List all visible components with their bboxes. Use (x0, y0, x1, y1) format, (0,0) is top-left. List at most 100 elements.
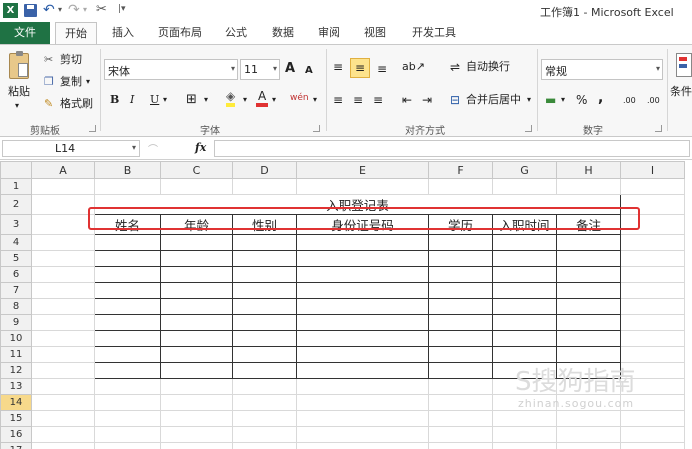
cell[interactable] (620, 250, 685, 267)
cell[interactable] (31, 178, 95, 195)
cell[interactable] (556, 178, 621, 195)
decrease-decimal-button[interactable]: .00 (647, 92, 660, 110)
name-box[interactable]: L14 ▾ (2, 140, 140, 157)
row-header[interactable]: 7 (0, 282, 32, 299)
grow-font-icon[interactable]: A (285, 60, 295, 78)
column-header[interactable]: D (232, 161, 297, 179)
cell[interactable] (428, 410, 493, 427)
tab-insert[interactable]: 插入 (104, 22, 142, 44)
shrink-font-icon[interactable]: A (305, 62, 313, 80)
cell[interactable] (428, 426, 493, 443)
row-header[interactable]: 9 (0, 314, 32, 331)
cell[interactable] (160, 426, 233, 443)
undo-dropdown-icon[interactable]: ▾ (58, 5, 62, 14)
cell[interactable] (428, 234, 493, 251)
merge-center-icon[interactable]: ⊟ (450, 91, 460, 109)
cell[interactable] (31, 442, 95, 449)
cell[interactable] (620, 410, 685, 427)
copy-dropdown-icon[interactable]: ▾ (86, 73, 90, 91)
cell[interactable] (31, 426, 95, 443)
cell[interactable] (428, 298, 493, 315)
cell[interactable] (556, 282, 621, 299)
cell[interactable] (296, 378, 429, 395)
column-header[interactable]: C (160, 161, 233, 179)
cell[interactable] (31, 214, 95, 235)
cell[interactable] (94, 178, 161, 195)
cell[interactable] (296, 250, 429, 267)
cell[interactable] (492, 266, 557, 283)
cell[interactable] (232, 330, 297, 347)
cell[interactable] (160, 234, 233, 251)
cell[interactable] (160, 346, 233, 363)
cell[interactable] (31, 346, 95, 363)
cell[interactable] (160, 378, 233, 395)
number-format-select[interactable]: 常规 ▾ (541, 59, 663, 80)
tab-home[interactable]: 开始 (55, 22, 97, 45)
align-middle-icon[interactable]: ≡ (350, 58, 370, 78)
cell[interactable] (31, 282, 95, 299)
cell[interactable] (232, 266, 297, 283)
cell[interactable] (296, 178, 429, 195)
format-painter-icon[interactable]: ✎ (44, 95, 53, 113)
cell[interactable] (94, 394, 161, 411)
copy-button[interactable]: 复制 (60, 73, 82, 91)
cell[interactable] (556, 298, 621, 315)
cell[interactable] (620, 330, 685, 347)
number-launcher-icon[interactable] (655, 125, 662, 132)
decrease-indent-icon[interactable]: ⇤ (402, 91, 412, 109)
cell[interactable] (31, 194, 95, 215)
tab-data[interactable]: 数据 (264, 22, 302, 44)
cell[interactable] (296, 410, 429, 427)
cell[interactable] (31, 250, 95, 267)
cell[interactable] (492, 426, 557, 443)
phonetic-icon[interactable]: wén (290, 89, 309, 107)
cell[interactable] (232, 442, 297, 449)
bold-button[interactable]: B (110, 91, 119, 109)
tab-page-layout[interactable]: 页面布局 (150, 22, 210, 44)
font-launcher-icon[interactable] (313, 125, 320, 132)
cell[interactable] (94, 426, 161, 443)
column-header[interactable]: H (556, 161, 621, 179)
cell[interactable] (556, 426, 621, 443)
font-name-select[interactable]: 宋体 ▾ (104, 59, 238, 80)
row-header[interactable]: 1 (0, 178, 32, 195)
cell[interactable] (232, 362, 297, 379)
tab-file[interactable]: 文件 (0, 22, 50, 44)
row-header[interactable]: 16 (0, 426, 32, 443)
wrap-text-button[interactable]: 自动换行 (466, 58, 510, 76)
save-icon[interactable] (24, 4, 37, 17)
insert-function-icon[interactable]: fx (195, 141, 206, 154)
font-size-select[interactable]: 11 ▾ (240, 59, 280, 80)
cell[interactable] (31, 314, 95, 331)
cell[interactable] (31, 330, 95, 347)
merge-center-button[interactable]: 合并后居中 (466, 91, 521, 109)
italic-button[interactable]: I (130, 91, 134, 109)
cell[interactable] (94, 330, 161, 347)
row-header[interactable]: 4 (0, 234, 32, 251)
cell[interactable] (296, 442, 429, 449)
conditional-format-icon[interactable] (676, 53, 692, 77)
cell[interactable] (31, 234, 95, 251)
cell[interactable] (492, 442, 557, 449)
column-header[interactable]: E (296, 161, 429, 179)
row-header[interactable]: 12 (0, 362, 32, 379)
cell[interactable] (232, 410, 297, 427)
merge-dropdown-icon[interactable]: ▾ (527, 91, 531, 109)
cell[interactable] (492, 282, 557, 299)
font-color-dropdown-icon[interactable]: ▾ (272, 91, 276, 109)
clipboard-launcher-icon[interactable] (89, 125, 96, 132)
font-color-icon[interactable]: A (256, 89, 269, 107)
column-header[interactable]: G (492, 161, 557, 179)
fill-color-icon[interactable]: ◈ (226, 89, 236, 107)
cell[interactable] (31, 298, 95, 315)
cell[interactable] (160, 394, 233, 411)
row-header[interactable]: 10 (0, 330, 32, 347)
cell[interactable] (232, 426, 297, 443)
cell[interactable] (556, 442, 621, 449)
tab-view[interactable]: 视图 (356, 22, 394, 44)
column-header[interactable]: A (31, 161, 95, 179)
fill-color-dropdown-icon[interactable]: ▾ (243, 91, 247, 109)
cell[interactable] (296, 298, 429, 315)
excel-logo-icon[interactable]: X (3, 3, 18, 18)
cell[interactable] (620, 282, 685, 299)
